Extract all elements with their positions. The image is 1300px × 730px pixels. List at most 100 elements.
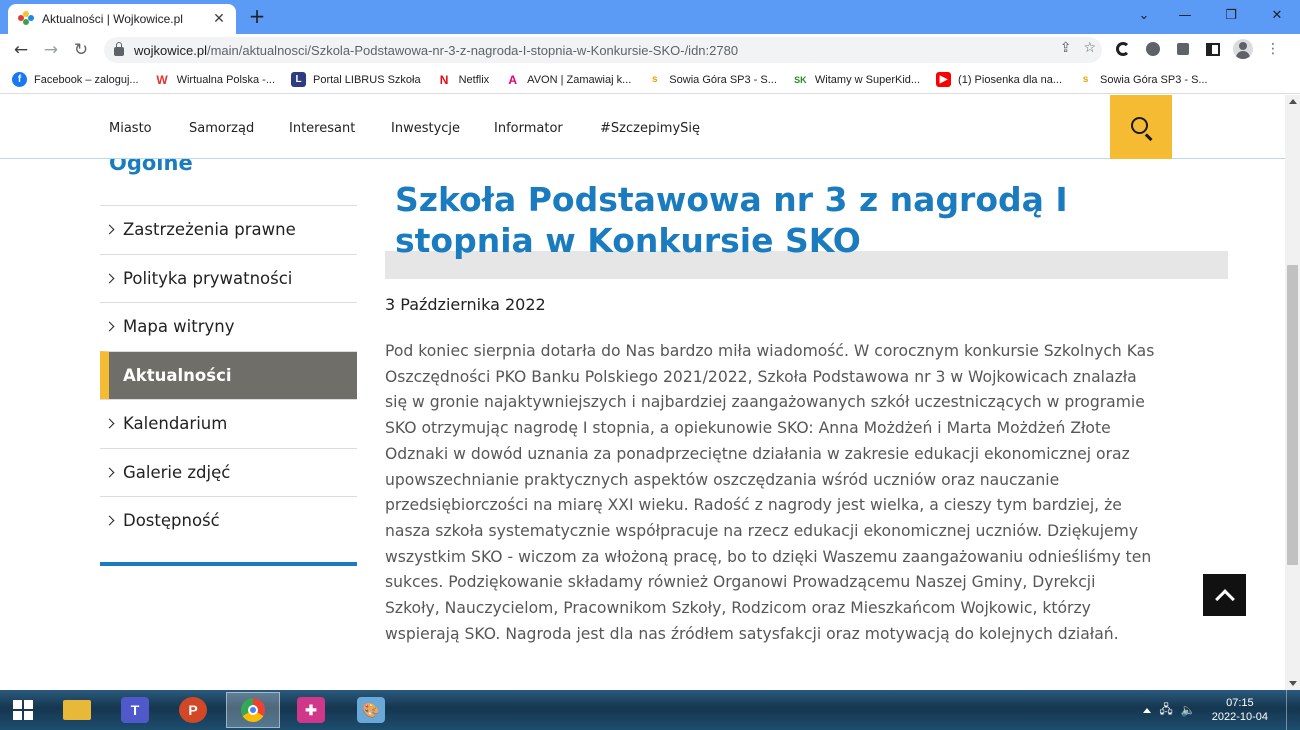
paint-icon: 🎨 — [357, 697, 385, 723]
volume-icon[interactable]: 🔈 — [1181, 703, 1196, 717]
bookmark-item[interactable]: A AVON | Zamawiaj k... — [505, 72, 631, 87]
facebook-icon: f — [12, 72, 27, 87]
sidebar-item-dostępność[interactable]: Dostępność — [100, 496, 357, 545]
clock-date: 2022-10-04 — [1211, 711, 1268, 723]
window-controls: ⌄ — ❐ ✕ — [1126, 0, 1300, 30]
windows-taskbar: T P ✚ 🎨 🖧 🔈 07:15 2022-10-04 — [0, 690, 1300, 730]
side-panel-icon[interactable] — [1202, 38, 1224, 60]
bookmark-star-icon[interactable]: ☆ — [1083, 40, 1096, 56]
address-bar[interactable]: wojkowice.pl/main/aktualnosci/Szkola-Pod… — [104, 37, 1102, 63]
taskbar-app-app-plus[interactable]: ✚ — [284, 692, 338, 728]
chevron-right-icon — [104, 515, 115, 526]
bookmarks-bar: f Facebook – zaloguj... W Wirtualna Polska … — [0, 66, 1300, 94]
nav-item-samorzad[interactable]: Samorząd — [189, 121, 254, 136]
sidebar-item-label: Mapa witryny — [123, 317, 235, 337]
bookmark-item[interactable]: s Sowia Góra SP3 - S... — [1078, 72, 1208, 87]
youtube-icon: ▶ — [936, 72, 952, 87]
windows-logo-icon — [13, 700, 33, 720]
teams-icon: T — [121, 697, 149, 723]
nav-item-szczepimysie[interactable]: #SzczepimySię — [600, 121, 700, 136]
browser-tab-active[interactable]: Aktualności | Wojkowice.pl ✕ — [8, 4, 236, 34]
minimize-button[interactable]: — — [1162, 8, 1208, 23]
bookmark-item[interactable]: s Sowia Góra SP3 - S... — [647, 72, 777, 87]
browser-menu-icon[interactable]: ⋮ — [1262, 38, 1284, 60]
chevron-right-icon — [104, 224, 115, 235]
sidebar-item-kalendarium[interactable]: Kalendarium — [100, 399, 357, 448]
sidebar-item-label: Galerie zdjęć — [123, 462, 231, 482]
tab-title: Aktualności | Wojkowice.pl — [42, 12, 183, 26]
scroll-up-icon[interactable] — [1289, 99, 1297, 104]
chevron-right-icon — [104, 467, 115, 478]
bookmark-label: AVON | Zamawiaj k... — [527, 73, 632, 86]
bookmark-item[interactable]: L Portal LIBRUS Szkoła — [291, 72, 421, 87]
sidebar-item-label: Zastrzeżenia prawne — [123, 220, 296, 240]
scroll-to-top-button[interactable] — [1203, 574, 1246, 616]
new-tab-button[interactable]: + — [246, 6, 268, 28]
site-navigation: Miasto Samorząd Interesant Inwestycje In… — [0, 95, 1285, 159]
article-body: Pod koniec sierpnia dotarła do Nas bardz… — [385, 342, 1155, 643]
chevron-right-icon — [104, 321, 115, 332]
taskbar-app-teams[interactable]: T — [108, 692, 162, 728]
url-host: wojkowice.pl — [134, 42, 207, 58]
taskbar-app-paint[interactable]: 🎨 — [344, 692, 398, 728]
extension-sync-icon[interactable] — [1112, 38, 1134, 60]
sko-icon: s — [652, 74, 658, 85]
bookmark-label: Wirtualna Polska -... — [176, 73, 275, 86]
sidebar-item-polityka-prywatności[interactable]: Polityka prywatności — [100, 253, 357, 303]
chrome-icon — [241, 698, 265, 722]
sidebar-item-zastrzeżenia-prawne[interactable]: Zastrzeżenia prawne — [100, 205, 357, 254]
lock-icon[interactable] — [114, 42, 124, 56]
nav-item-miasto[interactable]: Miasto — [109, 121, 152, 136]
nav-item-inwestycje[interactable]: Inwestycje — [391, 121, 460, 136]
sidebar-item-aktualności[interactable]: Aktualności — [100, 350, 357, 399]
article-title: Szkoła Podstawowa nr 3 z nagrodą I stopn… — [395, 180, 1068, 260]
taskbar-app-chrome[interactable] — [226, 692, 280, 728]
sidebar-item-label: Aktualności — [123, 365, 232, 385]
bookmark-item[interactable]: f Facebook – zaloguj... — [12, 72, 139, 87]
scroll-down-icon[interactable] — [1289, 681, 1297, 686]
system-tray: 🖧 🔈 07:15 2022-10-04 — [1143, 690, 1290, 730]
nav-item-informator[interactable]: Informator — [494, 121, 563, 136]
bookmark-label: Sowia Góra SP3 - S... — [669, 73, 777, 86]
sidebar-item-mapa-witryny[interactable]: Mapa witryny — [100, 302, 357, 351]
start-button[interactable] — [0, 690, 46, 730]
chevron-right-icon — [104, 418, 115, 429]
bookmark-label: Sowia Góra SP3 - S... — [1100, 73, 1208, 86]
nav-item-interesant[interactable]: Interesant — [289, 121, 355, 136]
profile-avatar-icon[interactable] — [1232, 38, 1254, 60]
sidebar-divider — [100, 562, 357, 566]
extensions-puzzle-icon[interactable] — [1172, 38, 1194, 60]
wp-icon: W — [156, 72, 168, 87]
extension-globe-icon[interactable] — [1142, 38, 1164, 60]
bookmark-item[interactable]: W Wirtualna Polska -... — [155, 72, 275, 87]
sidebar-menu: Zastrzeżenia prawne Polityka prywatności M… — [100, 205, 357, 545]
share-icon[interactable]: ⇪ — [1060, 40, 1072, 56]
back-button[interactable]: ← — [6, 40, 36, 60]
url-text[interactable]: wojkowice.pl/main/aktualnosci/Szkola-Pod… — [134, 43, 738, 58]
bookmark-label: Netflix — [458, 73, 490, 86]
sidebar-item-galerie-zdjęć[interactable]: Galerie zdjęć — [100, 447, 357, 497]
show-desktop-button[interactable] — [1286, 690, 1290, 730]
forward-button[interactable]: → — [36, 40, 66, 60]
taskbar-app-file-explorer[interactable] — [50, 692, 104, 728]
bookmark-item[interactable]: N Netflix — [437, 72, 490, 87]
tray-overflow-icon[interactable] — [1143, 707, 1152, 713]
browser-tab-strip: Aktualności | Wojkowice.pl ✕ + ⌄ — ❐ ✕ — [0, 0, 1300, 34]
tab-close-icon[interactable]: ✕ — [210, 11, 228, 27]
scroll-thumb[interactable] — [1287, 265, 1298, 565]
reload-button[interactable]: ↻ — [66, 40, 96, 60]
page-scrollbar[interactable] — [1285, 95, 1300, 690]
close-window-button[interactable]: ✕ — [1254, 8, 1300, 23]
bookmark-label: (1) Piosenka dla na... — [958, 73, 1062, 86]
bookmark-item[interactable]: ▶ (1) Piosenka dla na... — [936, 72, 1062, 87]
article-date: 3 Października 2022 — [385, 295, 546, 314]
network-icon[interactable]: 🖧 — [1159, 700, 1172, 721]
restore-button[interactable]: ❐ — [1208, 8, 1254, 23]
librus-icon: L — [291, 72, 306, 87]
site-search-button[interactable] — [1110, 95, 1172, 159]
chevron-right-icon — [104, 273, 115, 284]
taskbar-clock[interactable]: 07:15 2022-10-04 — [1212, 696, 1268, 724]
tab-search-chevron-icon[interactable]: ⌄ — [1126, 8, 1162, 23]
taskbar-app-powerpoint[interactable]: P — [166, 692, 220, 728]
bookmark-item[interactable]: SK Witamy w SuperKid... — [793, 72, 920, 87]
